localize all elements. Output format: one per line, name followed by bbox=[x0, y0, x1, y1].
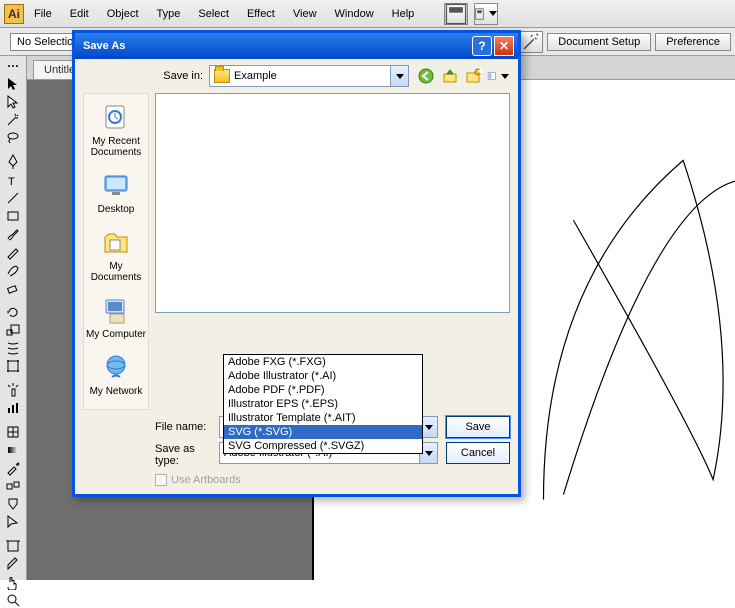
magic-wand-tool-icon[interactable] bbox=[2, 112, 25, 128]
save-in-combo[interactable]: Example bbox=[209, 65, 409, 87]
preferences-button[interactable]: Preference bbox=[655, 33, 731, 51]
type-option-fxg[interactable]: Adobe FXG (*.FXG) bbox=[224, 355, 422, 369]
save-type-dropdown-list[interactable]: Adobe FXG (*.FXG) Adobe Illustrator (*.A… bbox=[223, 354, 423, 454]
pen-tool-icon[interactable] bbox=[2, 154, 25, 170]
essentials-layout-icon[interactable] bbox=[444, 3, 468, 25]
hand-tool-icon[interactable] bbox=[2, 574, 25, 590]
back-button-icon[interactable] bbox=[415, 65, 437, 87]
menu-bar: Ai File Edit Object Type Select Effect V… bbox=[0, 0, 735, 28]
my-network-icon bbox=[100, 352, 132, 384]
palette-grip-icon[interactable] bbox=[2, 58, 25, 74]
app-logo-icon: Ai bbox=[4, 4, 24, 24]
menu-file[interactable]: File bbox=[26, 5, 60, 23]
menu-edit[interactable]: Edit bbox=[62, 5, 97, 23]
rectangle-tool-icon[interactable] bbox=[2, 208, 25, 224]
rotate-tool-icon[interactable] bbox=[2, 304, 25, 320]
use-artboards-label: Use Artboards bbox=[171, 474, 241, 486]
artboard-tool-icon[interactable] bbox=[2, 538, 25, 554]
dialog-title: Save As bbox=[83, 40, 470, 52]
type-option-pdf[interactable]: Adobe PDF (*.PDF) bbox=[224, 383, 422, 397]
selection-tool-icon[interactable] bbox=[2, 76, 25, 92]
free-transform-tool-icon[interactable] bbox=[2, 358, 25, 374]
blob-brush-tool-icon[interactable] bbox=[2, 262, 25, 278]
tool-palette: T bbox=[0, 56, 27, 580]
gradient-tool-icon[interactable] bbox=[2, 442, 25, 458]
recent-documents-icon bbox=[100, 102, 132, 134]
lasso-tool-icon[interactable] bbox=[2, 130, 25, 146]
menu-help[interactable]: Help bbox=[384, 5, 423, 23]
my-computer-icon bbox=[100, 295, 132, 327]
folder-icon bbox=[214, 69, 230, 83]
save-in-value: Example bbox=[234, 70, 277, 82]
dialog-titlebar[interactable]: Save As ? ✕ bbox=[75, 33, 518, 59]
menu-effect[interactable]: Effect bbox=[239, 5, 283, 23]
menu-object[interactable]: Object bbox=[99, 5, 147, 23]
slice-tool-icon[interactable] bbox=[2, 556, 25, 572]
magic-wand-icon[interactable] bbox=[519, 31, 543, 53]
file-name-label: File name: bbox=[155, 416, 219, 438]
essentials-dropdown-icon[interactable] bbox=[474, 3, 498, 25]
view-menu-icon[interactable] bbox=[487, 65, 509, 87]
live-paint-selection-tool-icon[interactable] bbox=[2, 514, 25, 530]
eraser-tool-icon[interactable] bbox=[2, 280, 25, 296]
sidebar-my-network[interactable]: My Network bbox=[90, 348, 143, 405]
graph-tool-icon[interactable] bbox=[2, 400, 25, 416]
direct-selection-tool-icon[interactable] bbox=[2, 94, 25, 110]
type-option-ait[interactable]: Illustrator Template (*.AIT) bbox=[224, 411, 422, 425]
save-type-label: Save as type: bbox=[155, 444, 219, 466]
paintbrush-tool-icon[interactable] bbox=[2, 226, 25, 242]
zoom-tool-icon[interactable] bbox=[2, 592, 25, 608]
sidebar-my-documents[interactable]: My Documents bbox=[84, 223, 148, 291]
cancel-button[interactable]: Cancel bbox=[446, 442, 510, 464]
new-folder-icon[interactable]: ✦ bbox=[463, 65, 485, 87]
my-documents-icon bbox=[100, 227, 132, 259]
menu-type[interactable]: Type bbox=[149, 5, 189, 23]
type-tool-icon[interactable]: T bbox=[2, 172, 25, 188]
warp-tool-icon[interactable] bbox=[2, 340, 25, 356]
type-option-ai[interactable]: Adobe Illustrator (*.AI) bbox=[224, 369, 422, 383]
desktop-icon bbox=[100, 170, 132, 202]
sidebar-desktop[interactable]: Desktop bbox=[98, 166, 135, 223]
up-one-level-icon[interactable] bbox=[439, 65, 461, 87]
blend-tool-icon[interactable] bbox=[2, 478, 25, 494]
menu-select[interactable]: Select bbox=[190, 5, 237, 23]
svg-text:T: T bbox=[8, 176, 15, 188]
live-paint-tool-icon[interactable] bbox=[2, 496, 25, 512]
use-artboards-checkbox bbox=[155, 474, 167, 486]
dropdown-icon[interactable] bbox=[390, 66, 408, 86]
type-option-svgz[interactable]: SVG Compressed (*.SVGZ) bbox=[224, 439, 422, 453]
file-list-area[interactable] bbox=[155, 93, 510, 313]
places-sidebar: My Recent Documents Desktop My Documents… bbox=[83, 93, 149, 410]
save-in-label: Save in: bbox=[155, 70, 203, 82]
save-button[interactable]: Save bbox=[446, 416, 510, 438]
document-setup-button[interactable]: Document Setup bbox=[547, 33, 651, 51]
pencil-tool-icon[interactable] bbox=[2, 244, 25, 260]
type-option-eps[interactable]: Illustrator EPS (*.EPS) bbox=[224, 397, 422, 411]
svg-text:✦: ✦ bbox=[476, 67, 483, 78]
help-button[interactable]: ? bbox=[472, 36, 492, 56]
line-tool-icon[interactable] bbox=[2, 190, 25, 206]
sidebar-my-computer[interactable]: My Computer bbox=[86, 291, 146, 348]
close-button[interactable]: ✕ bbox=[494, 36, 514, 56]
type-option-svg[interactable]: SVG (*.SVG) bbox=[224, 425, 422, 439]
menu-window[interactable]: Window bbox=[327, 5, 382, 23]
eyedropper-tool-icon[interactable] bbox=[2, 460, 25, 476]
symbol-sprayer-tool-icon[interactable] bbox=[2, 382, 25, 398]
mesh-tool-icon[interactable] bbox=[2, 424, 25, 440]
scale-tool-icon[interactable] bbox=[2, 322, 25, 338]
menu-view[interactable]: View bbox=[285, 5, 325, 23]
sidebar-recent-documents[interactable]: My Recent Documents bbox=[84, 98, 148, 166]
